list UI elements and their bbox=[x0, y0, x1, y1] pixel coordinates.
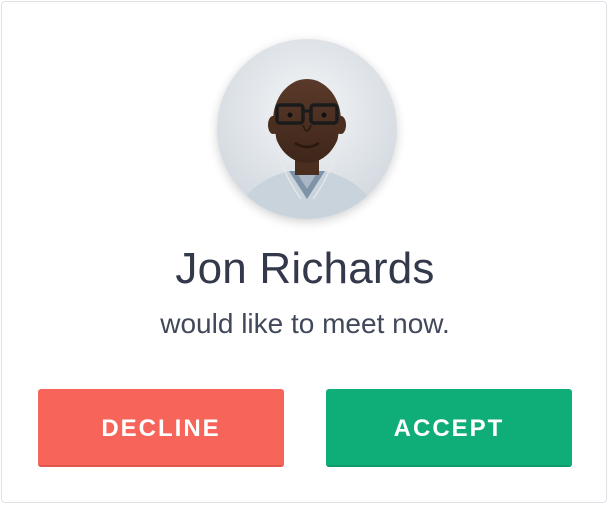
avatar bbox=[217, 39, 397, 219]
meeting-request-message: would like to meet now. bbox=[160, 308, 450, 339]
meeting-request-card: Jon Richards would like to meet now. DEC… bbox=[1, 1, 607, 503]
accept-button[interactable]: ACCEPT bbox=[326, 389, 572, 467]
caller-name: Jon Richards bbox=[175, 244, 435, 293]
avatar-photo bbox=[217, 39, 397, 219]
decline-button[interactable]: DECLINE bbox=[38, 389, 284, 467]
